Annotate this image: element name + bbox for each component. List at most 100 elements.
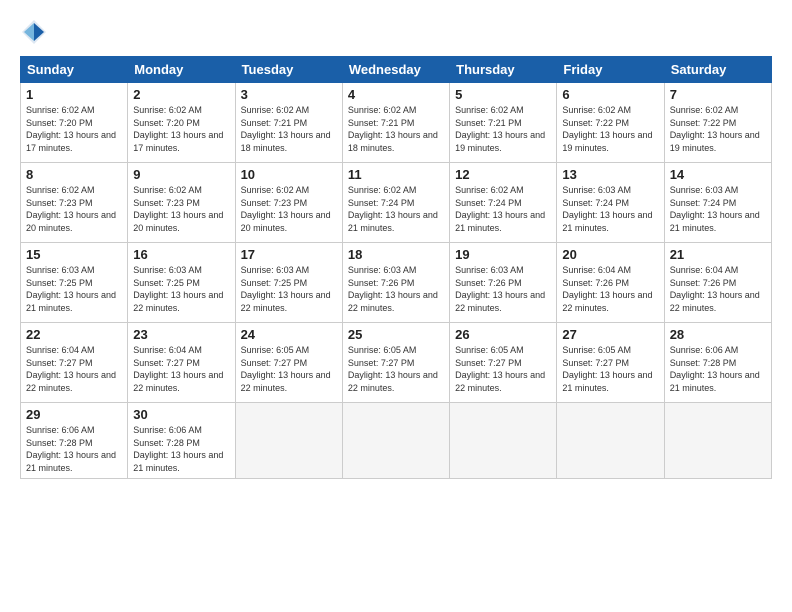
day-info: Sunrise: 6:02 AMSunset: 7:24 PMDaylight:… <box>455 184 551 234</box>
calendar-cell: 2 Sunrise: 6:02 AMSunset: 7:20 PMDaylight… <box>128 83 235 163</box>
day-number: 26 <box>455 327 551 342</box>
day-info: Sunrise: 6:05 AMSunset: 7:27 PMDaylight:… <box>562 344 658 394</box>
day-number: 13 <box>562 167 658 182</box>
page: SundayMondayTuesdayWednesdayThursdayFrid… <box>0 0 792 612</box>
day-info: Sunrise: 6:02 AMSunset: 7:21 PMDaylight:… <box>455 104 551 154</box>
day-info: Sunrise: 6:04 AMSunset: 7:26 PMDaylight:… <box>562 264 658 314</box>
day-info: Sunrise: 6:04 AMSunset: 7:27 PMDaylight:… <box>26 344 122 394</box>
day-info: Sunrise: 6:05 AMSunset: 7:27 PMDaylight:… <box>241 344 337 394</box>
day-number: 19 <box>455 247 551 262</box>
calendar-cell: 17 Sunrise: 6:03 AMSunset: 7:25 PMDayligh… <box>235 243 342 323</box>
day-number: 29 <box>26 407 122 422</box>
day-number: 17 <box>241 247 337 262</box>
day-info: Sunrise: 6:03 AMSunset: 7:25 PMDaylight:… <box>26 264 122 314</box>
calendar-cell: 29 Sunrise: 6:06 AMSunset: 7:28 PMDayligh… <box>21 403 128 479</box>
calendar-cell: 26 Sunrise: 6:05 AMSunset: 7:27 PMDayligh… <box>450 323 557 403</box>
column-header-sunday: Sunday <box>21 57 128 83</box>
day-number: 9 <box>133 167 229 182</box>
day-info: Sunrise: 6:02 AMSunset: 7:20 PMDaylight:… <box>133 104 229 154</box>
calendar-header-row: SundayMondayTuesdayWednesdayThursdayFrid… <box>21 57 772 83</box>
day-info: Sunrise: 6:06 AMSunset: 7:28 PMDaylight:… <box>670 344 766 394</box>
day-info: Sunrise: 6:06 AMSunset: 7:28 PMDaylight:… <box>133 424 229 474</box>
calendar-cell: 4Sunrise: 6:02 AMSunset: 7:21 PMDaylight… <box>342 83 449 163</box>
day-number: 7 <box>670 87 766 102</box>
calendar-week-row: 15 Sunrise: 6:03 AMSunset: 7:25 PMDayligh… <box>21 243 772 323</box>
day-number: 30 <box>133 407 229 422</box>
day-info: Sunrise: 6:05 AMSunset: 7:27 PMDaylight:… <box>348 344 444 394</box>
calendar-cell <box>557 403 664 479</box>
day-number: 16 <box>133 247 229 262</box>
day-number: 27 <box>562 327 658 342</box>
calendar-cell: 3 Sunrise: 6:02 AMSunset: 7:21 PMDaylight… <box>235 83 342 163</box>
day-info: Sunrise: 6:02 AMSunset: 7:21 PMDaylight:… <box>241 104 337 154</box>
day-number: 2 <box>133 87 229 102</box>
day-number: 28 <box>670 327 766 342</box>
day-number: 12 <box>455 167 551 182</box>
calendar-cell: 10 Sunrise: 6:02 AMSunset: 7:23 PMDayligh… <box>235 163 342 243</box>
calendar-cell: 25 Sunrise: 6:05 AMSunset: 7:27 PMDayligh… <box>342 323 449 403</box>
day-info: Sunrise: 6:06 AMSunset: 7:28 PMDaylight:… <box>26 424 122 474</box>
column-header-saturday: Saturday <box>664 57 771 83</box>
day-number: 15 <box>26 247 122 262</box>
day-number: 3 <box>241 87 337 102</box>
calendar-week-row: 8Sunrise: 6:02 AMSunset: 7:23 PMDaylight… <box>21 163 772 243</box>
day-info: Sunrise: 6:03 AMSunset: 7:26 PMDaylight:… <box>455 264 551 314</box>
calendar-cell: 7 Sunrise: 6:02 AMSunset: 7:22 PMDaylight… <box>664 83 771 163</box>
calendar-week-row: 22 Sunrise: 6:04 AMSunset: 7:27 PMDayligh… <box>21 323 772 403</box>
calendar-cell: 22 Sunrise: 6:04 AMSunset: 7:27 PMDayligh… <box>21 323 128 403</box>
day-number: 20 <box>562 247 658 262</box>
calendar: SundayMondayTuesdayWednesdayThursdayFrid… <box>20 56 772 479</box>
day-info: Sunrise: 6:05 AMSunset: 7:27 PMDaylight:… <box>455 344 551 394</box>
day-number: 24 <box>241 327 337 342</box>
logo-icon <box>20 18 48 46</box>
day-number: 14 <box>670 167 766 182</box>
day-info: Sunrise: 6:02 AMSunset: 7:20 PMDaylight:… <box>26 104 122 154</box>
day-info: Sunrise: 6:03 AMSunset: 7:24 PMDaylight:… <box>670 184 766 234</box>
day-number: 10 <box>241 167 337 182</box>
calendar-cell <box>235 403 342 479</box>
calendar-cell <box>664 403 771 479</box>
day-number: 23 <box>133 327 229 342</box>
calendar-cell: 15 Sunrise: 6:03 AMSunset: 7:25 PMDayligh… <box>21 243 128 323</box>
day-number: 25 <box>348 327 444 342</box>
day-info: Sunrise: 6:02 AMSunset: 7:23 PMDaylight:… <box>241 184 337 234</box>
calendar-cell: 27 Sunrise: 6:05 AMSunset: 7:27 PMDayligh… <box>557 323 664 403</box>
day-info: Sunrise: 6:03 AMSunset: 7:25 PMDaylight:… <box>241 264 337 314</box>
day-info: Sunrise: 6:02 AMSunset: 7:21 PMDaylight:… <box>348 104 444 154</box>
calendar-cell: 6 Sunrise: 6:02 AMSunset: 7:22 PMDaylight… <box>557 83 664 163</box>
day-number: 21 <box>670 247 766 262</box>
day-info: Sunrise: 6:04 AMSunset: 7:27 PMDaylight:… <box>133 344 229 394</box>
day-number: 11 <box>348 167 444 182</box>
column-header-tuesday: Tuesday <box>235 57 342 83</box>
calendar-cell <box>450 403 557 479</box>
calendar-cell: 19 Sunrise: 6:03 AMSunset: 7:26 PMDayligh… <box>450 243 557 323</box>
day-info: Sunrise: 6:02 AMSunset: 7:24 PMDaylight:… <box>348 184 444 234</box>
calendar-cell: 20 Sunrise: 6:04 AMSunset: 7:26 PMDayligh… <box>557 243 664 323</box>
day-info: Sunrise: 6:02 AMSunset: 7:22 PMDaylight:… <box>670 104 766 154</box>
day-number: 22 <box>26 327 122 342</box>
day-info: Sunrise: 6:03 AMSunset: 7:26 PMDaylight:… <box>348 264 444 314</box>
header <box>20 18 772 46</box>
calendar-week-row: 1Sunrise: 6:02 AMSunset: 7:20 PMDaylight… <box>21 83 772 163</box>
day-info: Sunrise: 6:03 AMSunset: 7:25 PMDaylight:… <box>133 264 229 314</box>
column-header-thursday: Thursday <box>450 57 557 83</box>
day-info: Sunrise: 6:02 AMSunset: 7:22 PMDaylight:… <box>562 104 658 154</box>
calendar-cell: 13 Sunrise: 6:03 AMSunset: 7:24 PMDayligh… <box>557 163 664 243</box>
calendar-week-row: 29 Sunrise: 6:06 AMSunset: 7:28 PMDayligh… <box>21 403 772 479</box>
calendar-cell <box>342 403 449 479</box>
column-header-wednesday: Wednesday <box>342 57 449 83</box>
day-info: Sunrise: 6:02 AMSunset: 7:23 PMDaylight:… <box>26 184 122 234</box>
calendar-cell: 16 Sunrise: 6:03 AMSunset: 7:25 PMDayligh… <box>128 243 235 323</box>
calendar-cell: 14 Sunrise: 6:03 AMSunset: 7:24 PMDayligh… <box>664 163 771 243</box>
day-number: 6 <box>562 87 658 102</box>
calendar-cell: 9Sunrise: 6:02 AMSunset: 7:23 PMDaylight… <box>128 163 235 243</box>
column-header-monday: Monday <box>128 57 235 83</box>
calendar-cell: 12 Sunrise: 6:02 AMSunset: 7:24 PMDayligh… <box>450 163 557 243</box>
day-info: Sunrise: 6:03 AMSunset: 7:24 PMDaylight:… <box>562 184 658 234</box>
calendar-cell: 11 Sunrise: 6:02 AMSunset: 7:24 PMDayligh… <box>342 163 449 243</box>
calendar-cell: 30 Sunrise: 6:06 AMSunset: 7:28 PMDayligh… <box>128 403 235 479</box>
day-number: 18 <box>348 247 444 262</box>
calendar-cell: 21Sunrise: 6:04 AMSunset: 7:26 PMDayligh… <box>664 243 771 323</box>
calendar-cell: 24 Sunrise: 6:05 AMSunset: 7:27 PMDayligh… <box>235 323 342 403</box>
calendar-cell: 5Sunrise: 6:02 AMSunset: 7:21 PMDaylight… <box>450 83 557 163</box>
